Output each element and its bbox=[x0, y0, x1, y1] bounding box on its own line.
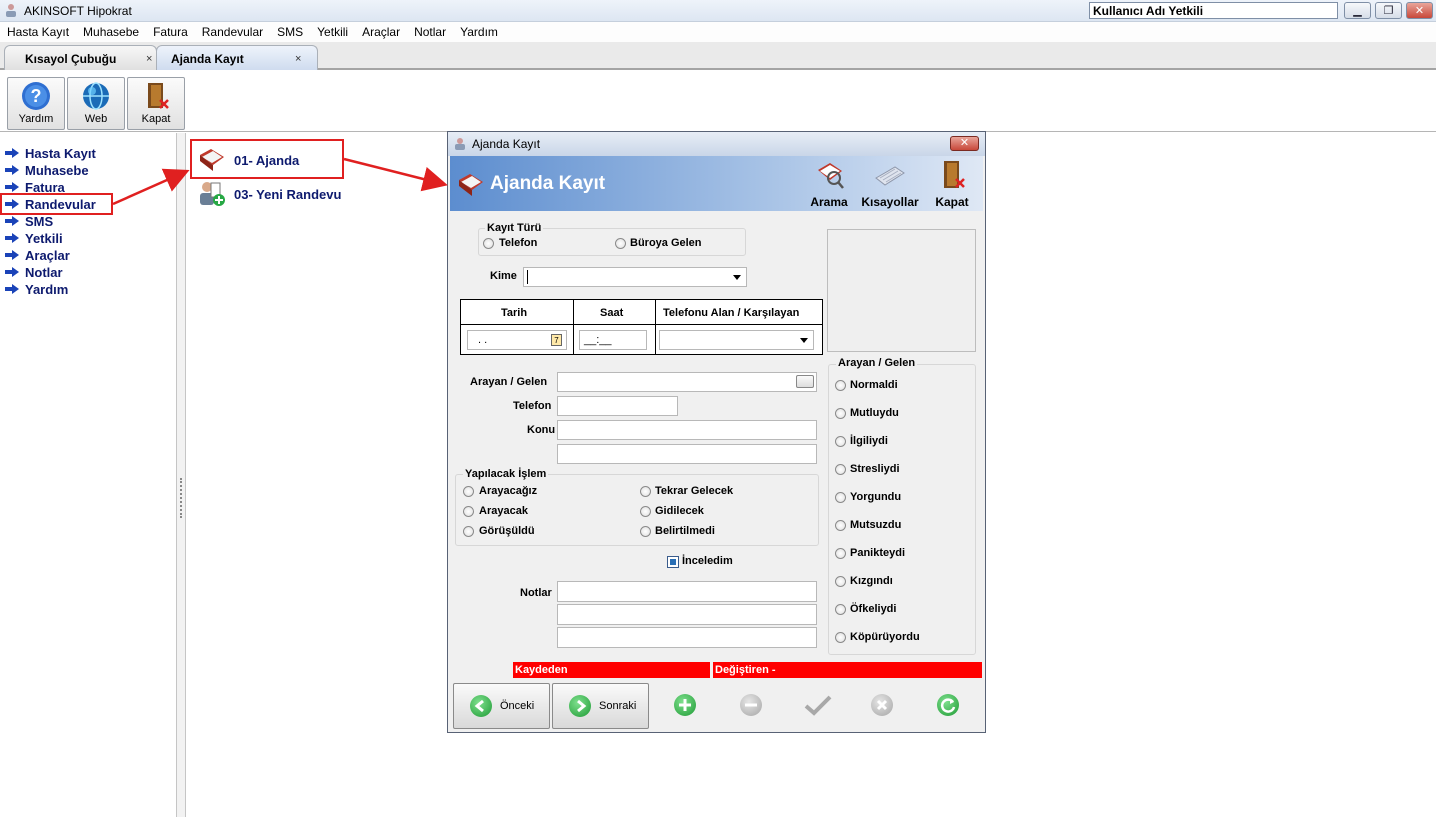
annotation-arrow-1 bbox=[112, 168, 190, 206]
annotation-arrows bbox=[112, 157, 448, 206]
annotation-arrow-2 bbox=[343, 157, 448, 192]
